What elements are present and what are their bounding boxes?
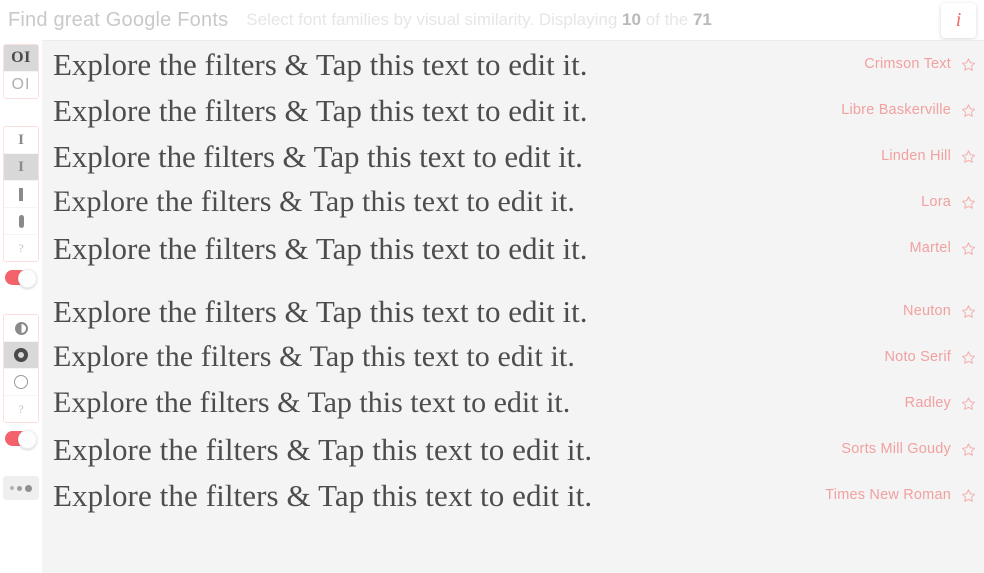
toggle-knob [18,430,37,449]
app-header: Find great Google Fonts Select font fami… [0,0,984,40]
font-name-label[interactable]: Noto Serif [885,349,951,365]
size-dots-icon [10,486,14,490]
sample-text[interactable]: Explore the filters & Tap this text to e… [53,296,588,327]
star-outline-icon[interactable] [961,57,976,72]
font-list-panel[interactable]: Explore the filters & Tap this text to e… [42,40,984,573]
font-row[interactable]: Explore the filters & Tap this text to e… [42,472,984,518]
font-row-meta: Times New Roman [825,487,976,503]
toggle-knob [18,269,37,288]
font-row[interactable]: Explore the filters & Tap this text to e… [42,334,984,380]
font-row-meta: Noto Serif [885,349,976,365]
unknown-serif-icon: ? [18,240,24,255]
font-row[interactable]: Explore the filters & Tap this text to e… [42,225,984,271]
font-row-meta: Linden Hill [881,148,976,164]
row-group-separator [42,271,984,288]
font-name-label[interactable]: Linden Hill [881,148,951,164]
sample-text[interactable]: Explore the filters & Tap this text to e… [53,141,583,172]
font-row-meta: Neuton [903,303,976,319]
font-row[interactable]: Explore the filters & Tap this text to e… [42,179,984,225]
more-options-button[interactable] [3,476,39,500]
filter-slab-serif-i[interactable]: I [4,127,38,154]
font-row[interactable]: Explore the filters & Tap this text to e… [42,41,984,87]
unknown-contrast-icon: ? [18,401,24,416]
font-name-label[interactable]: Times New Roman [825,487,951,503]
info-icon[interactable]: i [941,3,976,38]
font-name-label[interactable]: Sorts Mill Goudy [841,441,951,457]
font-row[interactable]: Explore the filters & Tap this text to e… [42,133,984,179]
sample-text[interactable]: Explore the filters & Tap this text to e… [53,95,588,126]
filter-unknown-serif[interactable]: ? [4,235,38,261]
font-name-label[interactable]: Radley [905,395,951,411]
font-row-meta: Martel [910,240,977,256]
low-contrast-o-icon [14,375,28,389]
count-shown: 10 [622,10,641,29]
subtitle-description: Select font families by visual similarit… [246,10,535,29]
font-row[interactable]: Explore the filters & Tap this text to e… [42,426,984,472]
font-rows: Explore the filters & Tap this text to e… [42,41,984,518]
font-name-label[interactable]: Martel [910,240,952,256]
serif-letters-icon: OI [11,49,31,66]
sample-text[interactable]: Explore the filters & Tap this text to e… [53,342,575,372]
filter-serif-i[interactable]: I [4,154,38,181]
page-title: Find great Google Fonts [8,8,229,31]
plain-stem-icon [19,187,23,201]
font-row-meta: Radley [905,395,976,411]
font-name-label[interactable]: Crimson Text [864,56,951,72]
filter-sidebar: OI OI I I ? ? [0,40,42,573]
filter-unknown-contrast[interactable]: ? [4,396,38,422]
star-outline-icon[interactable] [961,396,976,411]
serif-filter-toggle[interactable] [5,269,37,288]
sans-letters-icon: OI [11,76,31,93]
sample-text[interactable]: Explore the filters & Tap this text to e… [53,388,570,418]
filter-sans-letters[interactable]: OI [4,72,38,98]
font-name-label[interactable]: Libre Baskerville [841,102,951,118]
count-total: 71 [692,10,712,29]
serif-style-filter-group: OI OI [3,44,39,99]
star-outline-icon[interactable] [961,304,976,319]
sample-text[interactable]: Explore the filters & Tap this text to e… [53,233,588,264]
subtitle-of-the-label: of the [645,10,689,29]
rounded-stem-icon [18,214,24,228]
filter-high-contrast-o[interactable] [4,342,38,369]
font-name-label[interactable]: Lora [921,194,951,210]
star-outline-icon[interactable] [961,195,976,210]
sample-text[interactable]: Explore the filters & Tap this text to e… [53,434,592,465]
font-row[interactable]: Explore the filters & Tap this text to e… [42,87,984,133]
filter-half-contrast-o[interactable] [4,315,38,342]
filter-serif-letters[interactable]: OI [4,45,38,72]
star-outline-icon[interactable] [961,241,976,256]
star-outline-icon[interactable] [961,488,976,503]
slab-serif-i-icon: I [18,131,24,148]
header-subtitle: Select font families by visual similarit… [246,10,712,30]
font-row-meta: Crimson Text [864,56,976,72]
star-outline-icon[interactable] [961,442,976,457]
filter-plain-stem[interactable] [4,181,38,208]
high-contrast-o-icon [14,348,28,362]
font-row-meta: Lora [921,194,976,210]
star-outline-icon[interactable] [961,149,976,164]
sample-text[interactable]: Explore the filters & Tap this text to e… [53,480,592,511]
font-row[interactable]: Explore the filters & Tap this text to e… [42,380,984,426]
sample-text[interactable]: Explore the filters & Tap this text to e… [53,49,588,80]
half-contrast-o-icon [14,321,28,335]
filter-low-contrast-o[interactable] [4,369,38,396]
star-outline-icon[interactable] [961,103,976,118]
font-name-label[interactable]: Neuton [903,303,951,319]
star-outline-icon[interactable] [961,350,976,365]
stem-serif-filter-group: I I ? [3,126,39,262]
font-row[interactable]: Explore the filters & Tap this text to e… [42,288,984,334]
filter-rounded-stem[interactable] [4,208,38,235]
font-row-meta: Libre Baskerville [841,102,976,118]
font-row-meta: Sorts Mill Goudy [841,441,976,457]
contrast-filter-toggle[interactable] [5,430,37,449]
contrast-filter-group: ? [3,314,39,423]
serif-i-icon: I [18,158,24,175]
subtitle-displaying-label: Displaying [538,10,618,29]
sample-text[interactable]: Explore the filters & Tap this text to e… [53,187,575,217]
